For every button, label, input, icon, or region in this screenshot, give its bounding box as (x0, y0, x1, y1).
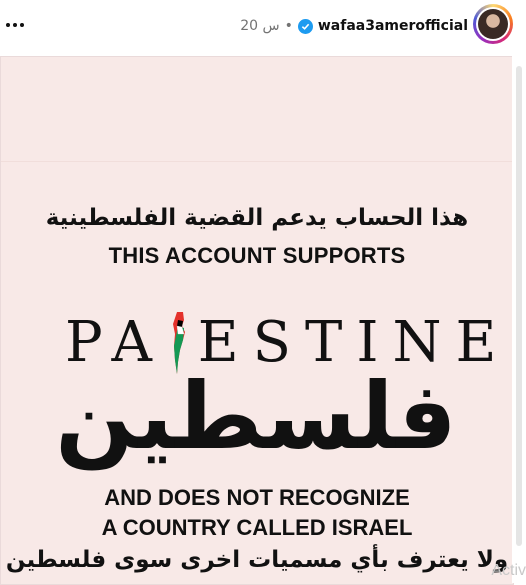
post-image[interactable]: هذا الحساب يدعم القضية الفلسطينية THIS A… (0, 56, 514, 585)
separator-dot: • (284, 18, 293, 34)
palestine-arabic-calligraphy: فلسطين (55, 363, 457, 470)
more-dot (20, 23, 24, 27)
username-link[interactable]: wafaa3amerofficial (318, 18, 468, 34)
profile-avatar[interactable] (473, 4, 513, 44)
more-dot (6, 23, 10, 27)
avatar-image (478, 9, 508, 39)
account-supports-text: THIS ACCOUNT SUPPORTS (108, 243, 406, 268)
arabic-not-recognize-text: ولا يعترف بأي مسميات اخرى سوى فلسطين (5, 547, 509, 573)
arabic-support-text: هذا الحساب يدعم القضية الفلسطينية (45, 205, 469, 231)
more-options-button[interactable] (4, 14, 26, 36)
scrollbar[interactable] (512, 56, 526, 583)
not-recognize-text: AND DOES NOT RECOGNIZE (104, 485, 410, 510)
country-called-israel-text: A COUNTRY CALLED ISRAEL (101, 515, 413, 540)
post-meta: 20 س • wafaa3amerofficial (240, 16, 468, 36)
post-header: 20 س • wafaa3amerofficial (0, 0, 526, 56)
post-time: 20 س (240, 18, 280, 34)
more-dot (13, 23, 17, 27)
activate-windows-watermark: Activ (491, 562, 526, 579)
avatar-border (476, 7, 510, 41)
verified-badge-icon (297, 18, 313, 34)
scroll-thumb[interactable] (516, 66, 522, 546)
divider (1, 161, 513, 162)
